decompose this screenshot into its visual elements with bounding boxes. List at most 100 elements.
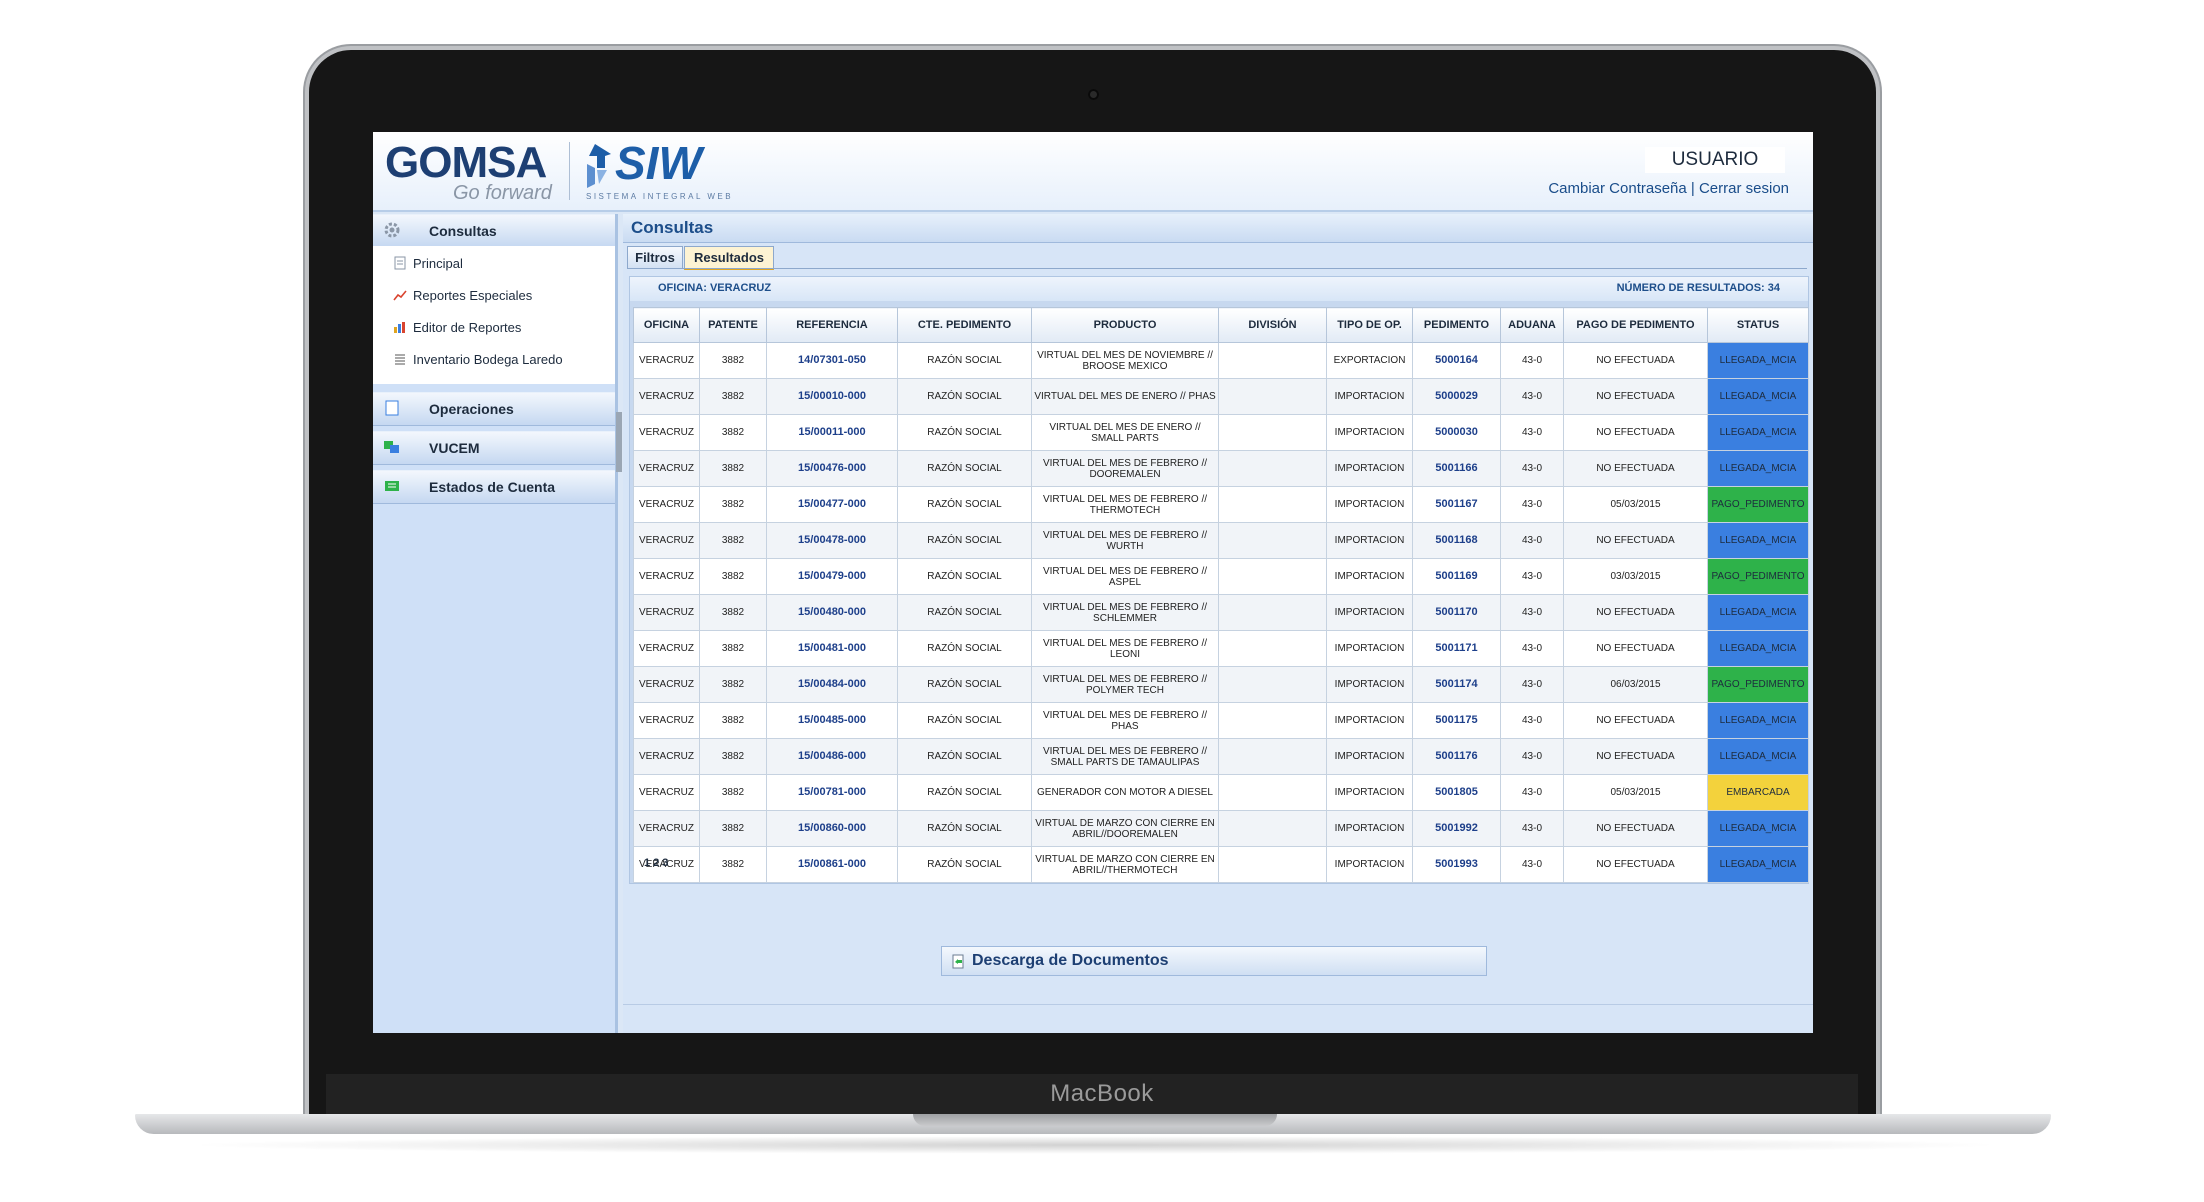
sidebar-item-editor-de-reportes[interactable]: Editor de Reportes	[393, 320, 521, 335]
cell-pedimento[interactable]: 5001166	[1412, 450, 1501, 487]
cell-pedimento[interactable]: 5001176	[1412, 738, 1501, 775]
column-header[interactable]: STATUS	[1707, 307, 1809, 343]
cell-cte-pedimento: RAZÓN SOCIAL	[897, 702, 1032, 739]
tab-filtros[interactable]: Filtros	[627, 246, 683, 269]
cell-referencia[interactable]: 15/00011-000	[766, 414, 898, 451]
cell-pedimento[interactable]: 5001805	[1412, 774, 1501, 811]
cell-producto: VIRTUAL DEL MES DE FEBRERO // POLYMER TE…	[1031, 666, 1219, 703]
cell-pedimento[interactable]: 5000029	[1412, 378, 1501, 415]
cell-referencia[interactable]: 15/00010-000	[766, 378, 898, 415]
cell-pedimento[interactable]: 5001174	[1412, 666, 1501, 703]
cell-referencia[interactable]: 15/00478-000	[766, 522, 898, 559]
column-header[interactable]: TIPO DE OP.	[1326, 307, 1413, 343]
cell-pago-pedimento: NO EFECTUADA	[1563, 378, 1708, 415]
cell-status: LLEGADA_MCIA	[1707, 450, 1809, 487]
cell-pedimento[interactable]: 5001167	[1412, 486, 1501, 523]
sidebar-section-consultas[interactable]: Consultas	[373, 214, 615, 248]
column-header[interactable]: REFERENCIA	[766, 307, 898, 343]
table-row[interactable]: VERACRUZ 3882 15/00010-000 RAZÓN SOCIAL VIRT…	[633, 378, 1809, 415]
cell-pedimento[interactable]: 5000030	[1412, 414, 1501, 451]
table-row[interactable]: VERACRUZ 3882 15/00484-000 RAZÓN SOCIAL VIRT…	[633, 666, 1809, 703]
table-row[interactable]: VERACRUZ 3882 15/00781-000 RAZÓN SOCIAL GENE…	[633, 774, 1809, 811]
table-row[interactable]: VERACRUZ 3882 15/00011-000 RAZÓN SOCIAL VIRT…	[633, 414, 1809, 451]
table-row[interactable]: VERACRUZ 3882 15/00860-000 RAZÓN SOCIAL VIRT…	[633, 810, 1809, 847]
cell-pedimento[interactable]: 5001171	[1412, 630, 1501, 667]
cell-tipo-op: IMPORTACION	[1326, 774, 1413, 811]
footer-divider	[623, 1004, 1813, 1005]
cell-referencia[interactable]: 15/00486-000	[766, 738, 898, 775]
page-link[interactable]: 2	[653, 857, 659, 869]
cell-cte-pedimento: RAZÓN SOCIAL	[897, 630, 1032, 667]
table-body: VERACRUZ 3882 14/07301-050 RAZÓN SOCIAL VIRT…	[633, 342, 1809, 883]
cell-referencia[interactable]: 15/00781-000	[766, 774, 898, 811]
cell-referencia[interactable]: 15/00485-000	[766, 702, 898, 739]
sidebar-item-principal[interactable]: Principal	[393, 256, 463, 271]
table-row[interactable]: VERACRUZ 3882 15/00480-000 RAZÓN SOCIAL VIRT…	[633, 594, 1809, 631]
cell-patente: 3882	[699, 738, 767, 775]
tab-divider	[627, 268, 1807, 269]
table-row[interactable]: VERACRUZ 3882 15/00481-000 RAZÓN SOCIAL VIRT…	[633, 630, 1809, 667]
cell-tipo-op: IMPORTACION	[1326, 522, 1413, 559]
cell-cte-pedimento: RAZÓN SOCIAL	[897, 450, 1032, 487]
cell-referencia[interactable]: 15/00861-000	[766, 846, 898, 883]
section-label: Consultas	[429, 223, 497, 239]
result-count: NÚMERO DE RESULTADOS: 34	[1616, 282, 1780, 294]
download-documents-button[interactable]: Descarga de Documentos	[941, 946, 1487, 976]
table-row[interactable]: VERACRUZ 3882 15/00861-000 RAZÓN SOCIAL VIRT…	[633, 846, 1809, 883]
table-row[interactable]: VERACRUZ 3882 15/00478-000 RAZÓN SOCIAL VIRT…	[633, 522, 1809, 559]
cell-referencia[interactable]: 15/00481-000	[766, 630, 898, 667]
table-row[interactable]: VERACRUZ 3882 15/00477-000 RAZÓN SOCIAL VIRT…	[633, 486, 1809, 523]
table-row[interactable]: VERACRUZ 3882 15/00485-000 RAZÓN SOCIAL VIRT…	[633, 702, 1809, 739]
cell-referencia[interactable]: 15/00484-000	[766, 666, 898, 703]
change-password-link[interactable]: Cambiar Contraseña	[1548, 180, 1686, 197]
cell-referencia[interactable]: 15/00476-000	[766, 450, 898, 487]
column-header[interactable]: DIVISIÓN	[1218, 307, 1327, 343]
section-label: Estados de Cuenta	[429, 479, 556, 495]
siw-logo-icon	[587, 144, 611, 188]
cell-oficina: VERACRUZ	[633, 414, 700, 451]
column-header[interactable]: OFICINA	[633, 307, 700, 343]
cell-pedimento[interactable]: 5000164	[1412, 342, 1501, 379]
column-header[interactable]: ADUANA	[1500, 307, 1564, 343]
sidebar-section-estados-de-cuenta[interactable]: Estados de Cuenta	[373, 470, 615, 504]
cell-aduana: 43-0	[1500, 414, 1564, 451]
cell-oficina: VERACRUZ	[633, 522, 700, 559]
column-header[interactable]: CTE. PEDIMENTO	[897, 307, 1032, 343]
cell-aduana: 43-0	[1500, 702, 1564, 739]
consultas-submenu: Principal Reportes Especiales Editor de …	[373, 246, 615, 384]
cell-referencia[interactable]: 15/00480-000	[766, 594, 898, 631]
tab-resultados[interactable]: Resultados	[684, 246, 774, 270]
cell-aduana: 43-0	[1500, 738, 1564, 775]
cell-referencia[interactable]: 15/00860-000	[766, 810, 898, 847]
sidebar-section-vucem[interactable]: VUCEM	[373, 431, 615, 465]
column-header[interactable]: PEDIMENTO	[1412, 307, 1501, 343]
cell-referencia[interactable]: 15/00479-000	[766, 558, 898, 595]
cell-pedimento[interactable]: 5001992	[1412, 810, 1501, 847]
page-link[interactable]: 3	[662, 857, 668, 869]
table-row[interactable]: VERACRUZ 3882 15/00476-000 RAZÓN SOCIAL VIRT…	[633, 450, 1809, 487]
table-row[interactable]: VERACRUZ 3882 14/07301-050 RAZÓN SOCIAL VIRT…	[633, 342, 1809, 379]
cell-tipo-op: IMPORTACION	[1326, 846, 1413, 883]
cell-pedimento[interactable]: 5001993	[1412, 846, 1501, 883]
cell-status: LLEGADA_MCIA	[1707, 810, 1809, 847]
cell-division	[1218, 486, 1327, 523]
sidebar-item-inventario[interactable]: Inventario Bodega Laredo	[393, 352, 563, 367]
cell-referencia[interactable]: 15/00477-000	[766, 486, 898, 523]
table-row[interactable]: VERACRUZ 3882 15/00479-000 RAZÓN SOCIAL VIRT…	[633, 558, 1809, 595]
cell-pedimento[interactable]: 5001168	[1412, 522, 1501, 559]
cell-pedimento[interactable]: 5001175	[1412, 702, 1501, 739]
sidebar-resize-handle[interactable]	[616, 412, 622, 472]
column-header[interactable]: PRODUCTO	[1031, 307, 1219, 343]
cell-tipo-op: IMPORTACION	[1326, 630, 1413, 667]
sidebar-item-reportes-especiales[interactable]: Reportes Especiales	[393, 288, 532, 303]
logout-link[interactable]: Cerrar sesion	[1699, 180, 1789, 197]
cell-pedimento[interactable]: 5001169	[1412, 558, 1501, 595]
column-header[interactable]: PAGO DE PEDIMENTO	[1563, 307, 1708, 343]
cell-pedimento[interactable]: 5001170	[1412, 594, 1501, 631]
page-link[interactable]: 1	[644, 857, 650, 869]
sidebar-section-operaciones[interactable]: Operaciones	[373, 392, 615, 426]
column-header[interactable]: PATENTE	[699, 307, 767, 343]
cell-pago-pedimento: NO EFECTUADA	[1563, 702, 1708, 739]
table-row[interactable]: VERACRUZ 3882 15/00486-000 RAZÓN SOCIAL VIRT…	[633, 738, 1809, 775]
cell-referencia[interactable]: 14/07301-050	[766, 342, 898, 379]
